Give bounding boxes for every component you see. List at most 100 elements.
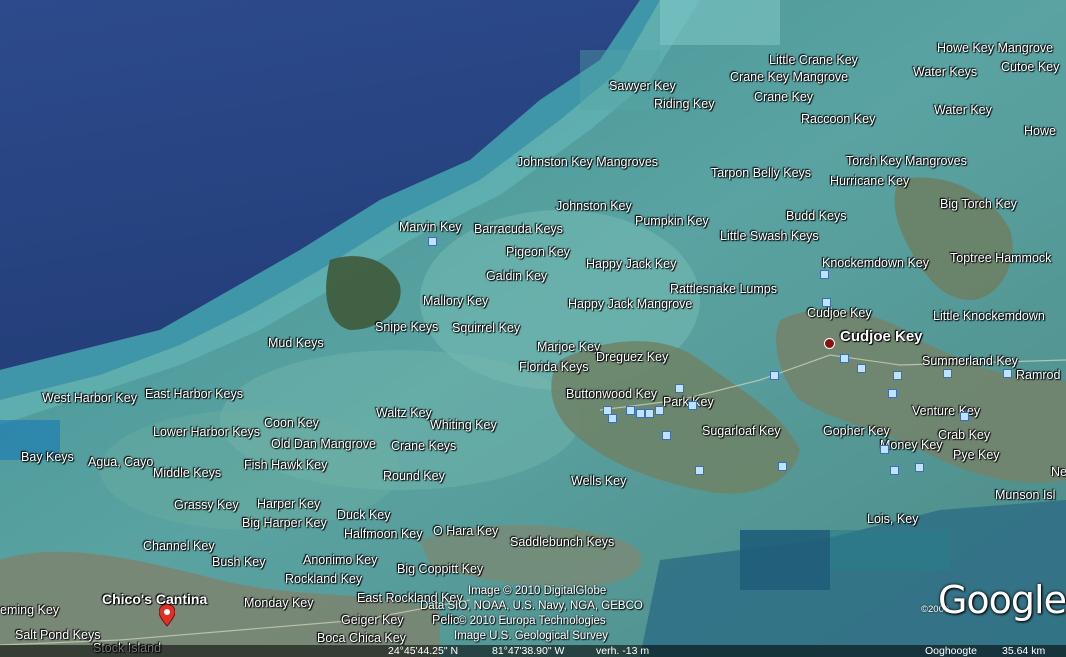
place-label-item[interactable]: Big Harper Key (242, 516, 327, 530)
place-label-item[interactable]: East Harbor Keys (145, 387, 243, 401)
poi-marker-icon[interactable] (1003, 369, 1012, 378)
place-label-item[interactable]: Johnston Key (556, 199, 632, 213)
place-label[interactable]: Chico's Cantina (102, 592, 207, 606)
poi-marker-icon[interactable] (890, 466, 899, 475)
place-label-item[interactable]: Florida Keys (519, 360, 588, 374)
place-label-item[interactable]: Ramrod (1016, 368, 1060, 382)
poi-marker-icon[interactable] (840, 354, 849, 363)
place-label-item[interactable]: Rattlesnake Lumps (670, 282, 777, 296)
poi-marker-icon[interactable] (655, 406, 664, 415)
place-label-item[interactable]: Crab Key (938, 428, 990, 442)
poi-marker-icon[interactable] (428, 237, 437, 246)
place-label-item[interactable]: Monday Key (244, 596, 313, 610)
poi-marker-icon[interactable] (943, 369, 952, 378)
place-label-item[interactable]: Dreguez Key (596, 350, 668, 364)
town-marker-icon[interactable] (824, 338, 835, 349)
place-label-item[interactable]: Squirrel Key (452, 321, 520, 335)
place-label-item[interactable]: Big Coppitt Key (397, 562, 483, 576)
place-label-item[interactable]: Water Keys (913, 65, 977, 79)
place-label-item[interactable]: Coon Key (264, 416, 319, 430)
place-label-item[interactable]: Little Knockemdown (933, 309, 1045, 323)
poi-marker-icon[interactable] (688, 401, 697, 410)
poi-marker-icon[interactable] (675, 384, 684, 393)
place-label-item[interactable]: Hurricane Key (830, 174, 909, 188)
place-label-item[interactable]: Agua, Cayo (88, 455, 153, 469)
place-label-item[interactable]: Salt Pond Keys (15, 628, 100, 642)
place-label-item[interactable]: Cutoe Key (1001, 60, 1059, 74)
place-label-item[interactable]: Galdin Key (486, 269, 547, 283)
poi-marker-icon[interactable] (770, 371, 779, 380)
place-label-item[interactable]: Crane Key (754, 90, 813, 104)
place-label-item[interactable]: Grassy Key (174, 498, 239, 512)
place-label-item[interactable]: O Hara Key (433, 524, 498, 538)
place-label-item[interactable]: Marvin Key (399, 220, 462, 234)
poi-marker-icon[interactable] (608, 414, 617, 423)
poi-marker-icon[interactable] (960, 412, 969, 421)
poi-marker-icon[interactable] (915, 463, 924, 472)
place-label-item[interactable]: Happy Jack Mangrove (568, 297, 692, 311)
place-label-item[interactable]: Marjoe Key (537, 340, 600, 354)
poi-marker-icon[interactable] (695, 466, 704, 475)
poi-marker-icon[interactable] (857, 364, 866, 373)
place-label-item[interactable]: Little Crane Key (769, 53, 858, 67)
poi-marker-icon[interactable] (893, 371, 902, 380)
place-label-item[interactable]: Barracuda Keys (474, 222, 563, 236)
place-label-item[interactable]: Middle Keys (153, 466, 221, 480)
place-label-item[interactable]: Round Key (383, 469, 445, 483)
poi-marker-icon[interactable] (778, 462, 787, 471)
place-label-item[interactable]: Crane Keys (391, 439, 456, 453)
place-label-item[interactable]: Toptree Hammock (950, 251, 1051, 265)
place-label-item[interactable]: Lois, Key (867, 512, 918, 526)
place-label-item[interactable]: Munson Isl (995, 488, 1055, 502)
town-label[interactable]: Cudjoe Key (840, 329, 923, 344)
place-label-item[interactable]: Saddlebunch Keys (510, 535, 614, 549)
place-label-item[interactable]: Mud Keys (268, 336, 324, 350)
place-label-item[interactable]: Johnston Key Mangroves (517, 155, 658, 169)
place-label-item[interactable]: Sugarloaf Key (702, 424, 781, 438)
place-label-item[interactable]: Harper Key (257, 497, 320, 511)
place-label-item[interactable]: Summerland Key (922, 354, 1018, 368)
place-label-item[interactable]: Howe (1024, 124, 1056, 138)
poi-marker-icon[interactable] (888, 389, 897, 398)
place-label-item[interactable]: Budd Keys (786, 209, 846, 223)
poi-marker-icon[interactable] (822, 298, 831, 307)
place-label-item[interactable]: Pye Key (953, 448, 1000, 462)
place-label-item[interactable]: Pigeon Key (506, 245, 570, 259)
place-label-item[interactable]: Bush Key (212, 555, 266, 569)
place-label-item[interactable]: Money Key (880, 438, 943, 452)
place-label-item[interactable]: Waltz Key (376, 406, 432, 420)
place-label-item[interactable]: Mallory Key (423, 294, 488, 308)
place-label-item[interactable]: Water Key (934, 103, 992, 117)
place-label-item[interactable]: Ne (1051, 465, 1066, 479)
place-label-item[interactable]: Knockemdown Key (822, 256, 929, 270)
place-label-item[interactable]: Lower Harbor Keys (153, 425, 260, 439)
place-label-item[interactable]: Duck Key (337, 508, 391, 522)
place-label-item[interactable]: Pumpkin Key (635, 214, 709, 228)
place-label-item[interactable]: Sawyer Key (609, 79, 676, 93)
place-label-item[interactable]: Old Dan Mangrove (271, 437, 376, 451)
poi-marker-icon[interactable] (880, 445, 889, 454)
place-label-item[interactable]: Gopher Key (823, 424, 890, 438)
place-label-item[interactable]: Raccoon Key (801, 112, 875, 126)
place-label-item[interactable]: Snipe Keys (375, 320, 438, 334)
satellite-map[interactable]: Little Crane Key Howe Key Mangrove Cutoe K… (0, 0, 1066, 657)
place-label-item[interactable]: Buttonwood Key (566, 387, 657, 401)
place-label-item[interactable]: Tarpon Belly Keys (711, 166, 811, 180)
place-label-item[interactable]: Cudjoe Key (807, 306, 872, 320)
place-label-item[interactable]: Rockland Key (285, 572, 362, 586)
place-label-item[interactable]: Torch Key Mangroves (846, 154, 967, 168)
poi-marker-icon[interactable] (662, 431, 671, 440)
place-label-item[interactable]: Fish Hawk Key (244, 458, 327, 472)
place-label-item[interactable]: Anonimo Key (303, 553, 377, 567)
place-label-item[interactable]: eming Key (0, 603, 59, 617)
map-pin-icon[interactable] (159, 604, 175, 630)
place-label-item[interactable]: Happy Jack Key (586, 257, 676, 271)
poi-marker-icon[interactable] (626, 406, 635, 415)
place-label-item[interactable]: Bay Keys (21, 450, 74, 464)
place-label-item[interactable]: Crane Key Mangrove (730, 70, 848, 84)
place-label-item[interactable]: Pelic (432, 613, 459, 627)
place-label-item[interactable]: Big Torch Key (940, 197, 1017, 211)
place-label-item[interactable]: Riding Key (654, 97, 714, 111)
place-label-item[interactable]: Whiting Key (430, 418, 497, 432)
place-label-item[interactable]: Channel Key (143, 539, 215, 553)
